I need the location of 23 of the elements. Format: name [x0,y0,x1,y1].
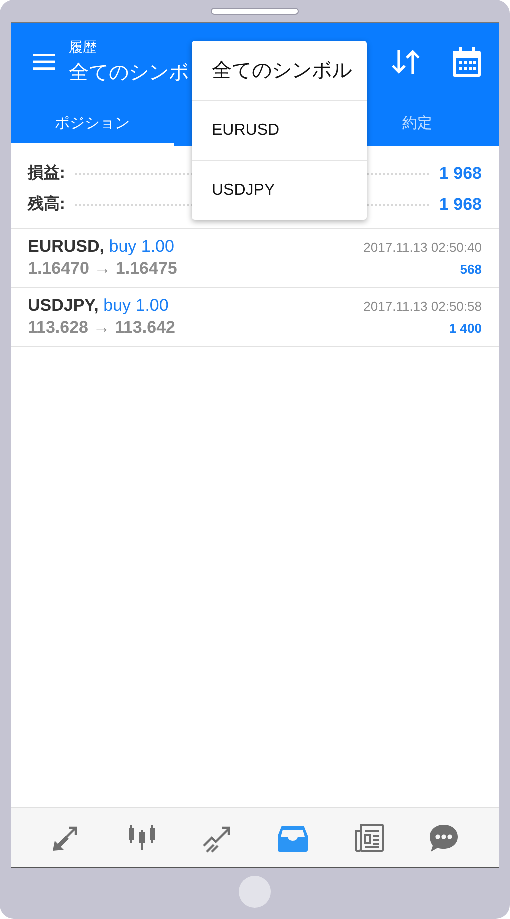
sort-icon[interactable] [391,49,421,75]
menu-icon[interactable] [33,54,55,70]
deal-time: 2017.11.13 02:50:40 [364,240,482,255]
calendar-icon[interactable] [453,47,481,77]
deal-profit: 1 400 [449,321,482,336]
menu-item[interactable]: 全てのシンボル [192,41,367,100]
summary-label: 残高: [28,194,66,215]
menu-item[interactable]: USDJPY [192,160,367,220]
summary-value: 1 968 [439,194,482,214]
deal-row[interactable]: USDJPY, buy 1.00 113.628 → 113.642 2017.11.13 02:50:58 1 400 [11,288,499,347]
deal-prices: 113.628 → 113.642 [28,318,176,338]
deal-time: 2017.11.13 02:50:58 [364,299,482,314]
screen-subtitle: 履歴 [69,38,98,56]
deal-title: USDJPY, buy 1.00 [28,296,170,316]
deal-profit: 568 [460,262,482,277]
summary-value: 1 968 [439,164,482,184]
deal-row[interactable]: EURUSD, buy 1.00 1.16470 → 1.16475 2017.11.13 02:50:40 568 [11,229,499,288]
menu-item[interactable]: EURUSD [192,100,367,160]
newspaper-icon[interactable] [352,822,385,854]
deal-prices: 1.16470 → 1.16475 [28,259,178,279]
deal-title: EURUSD, buy 1.00 [28,237,176,257]
tab[interactable]: ポジション [11,101,174,146]
summary-label: 損益: [28,164,66,184]
